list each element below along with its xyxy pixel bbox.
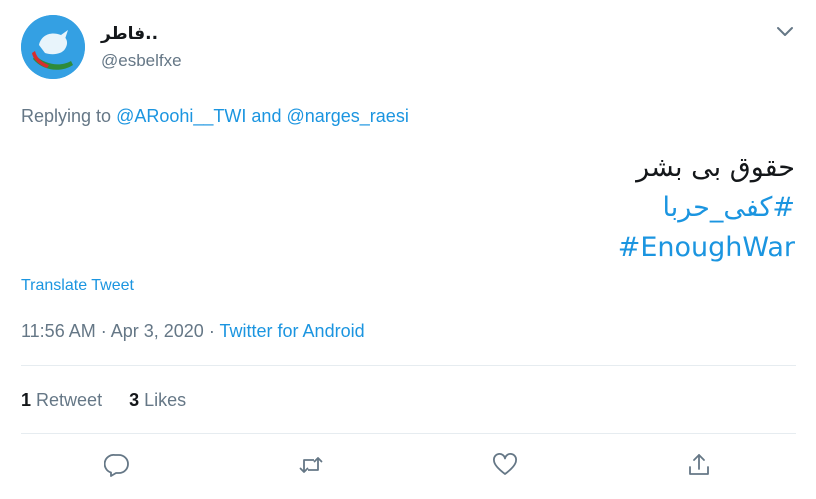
- chevron-down-icon[interactable]: [772, 20, 798, 42]
- avatar-image: [21, 15, 85, 79]
- retweets-count: 1: [21, 390, 32, 410]
- replying-to: Replying to @ARoohi__TWI and @narges_rae…: [21, 106, 409, 127]
- user-handle[interactable]: @esbelfxe: [101, 51, 182, 71]
- separator: ·: [208, 321, 215, 341]
- hashtag-link[interactable]: #EnoughWar: [618, 228, 795, 268]
- divider: [21, 433, 796, 434]
- share-icon[interactable]: [686, 452, 716, 482]
- hashtag-link[interactable]: #کفی_حربا: [618, 188, 795, 228]
- reply-user-link[interactable]: @ARoohi__TWI: [116, 106, 246, 126]
- divider: [21, 365, 796, 366]
- tweet-meta: 11:56 AM · Apr 3, 2020 · Twitter for And…: [21, 321, 365, 342]
- reply-icon[interactable]: [103, 452, 134, 482]
- retweet-icon[interactable]: [298, 452, 328, 482]
- reply-conjunction: and: [251, 106, 282, 126]
- retweets-label: Retweet: [36, 390, 103, 410]
- separator: ·: [100, 321, 107, 341]
- tweet-stats: 1 Retweet 3 Likes: [21, 390, 208, 411]
- replying-prefix: Replying to: [21, 106, 112, 126]
- display-name[interactable]: فاطر..: [101, 24, 158, 44]
- heart-icon[interactable]: [492, 452, 522, 482]
- tweet-text-line: حقوق بی بشر: [636, 152, 795, 183]
- retweets-stat[interactable]: 1 Retweet: [21, 390, 107, 410]
- reply-user-link[interactable]: @narges_raesi: [286, 106, 408, 126]
- tweet-time[interactable]: 11:56 AM: [21, 321, 96, 341]
- tweet-date[interactable]: Apr 3, 2020: [111, 321, 204, 341]
- likes-stat[interactable]: 3 Likes: [129, 390, 186, 410]
- likes-label: Likes: [144, 390, 187, 410]
- tweet-text: حقوق بی بشر #کفی_حربا #EnoughWar: [618, 148, 795, 268]
- avatar[interactable]: [21, 15, 85, 79]
- likes-count: 3: [129, 390, 140, 410]
- tweet-source[interactable]: Twitter for Android: [220, 321, 365, 341]
- translate-tweet-link[interactable]: Translate Tweet: [21, 277, 134, 295]
